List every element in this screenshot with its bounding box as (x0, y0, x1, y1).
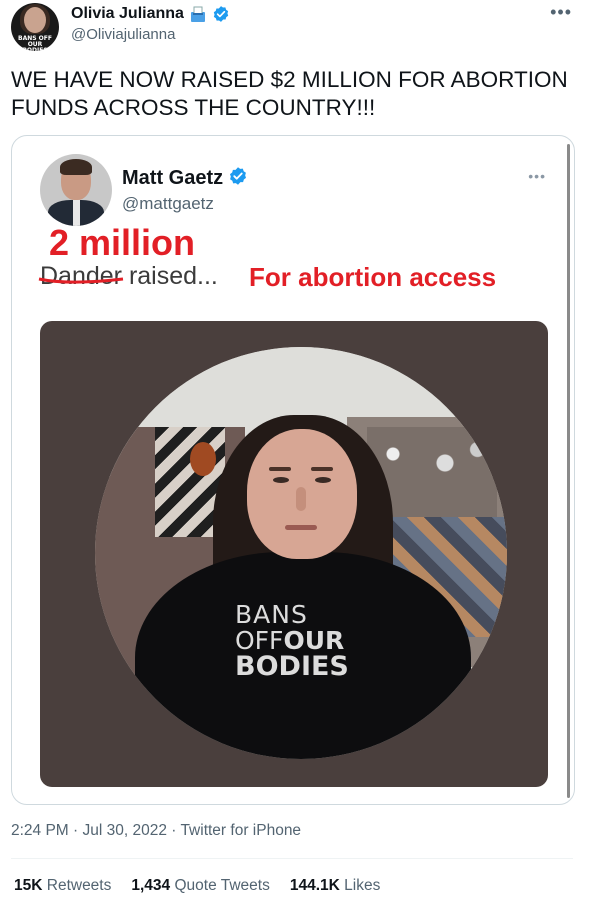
photo-brow-right (311, 467, 333, 471)
raised-text: raised... (122, 262, 218, 290)
retweets-count: 15K (14, 877, 43, 894)
tweet-text: WE HAVE NOW RAISED $2 MILLION FOR ABORTI… (11, 67, 568, 120)
author-name-row: Olivia Julianna (71, 5, 230, 23)
shirt-line-1: BANS (235, 600, 308, 629)
photo-eye-left (273, 477, 289, 483)
verified-badge-icon (228, 166, 248, 191)
profile-photo: BANS OFFOUR BODIES (95, 347, 507, 759)
photo-panel: BANS OFFOUR BODIES (40, 321, 548, 787)
engagement-stats: 15K Retweets 1,434 Quote Tweets 144.1K L… (14, 877, 380, 895)
likes-count: 144.1K (289, 877, 340, 894)
shirt-line-3: BODIES (235, 651, 349, 682)
divider (11, 858, 573, 859)
quote-tweets-label: Quote Tweets (174, 877, 270, 894)
likes-label: Likes (344, 877, 381, 894)
retweets-label: Retweets (46, 877, 112, 894)
more-options-icon: ••• (528, 168, 546, 184)
photo-nose (296, 487, 306, 511)
photo-bg-orb (190, 442, 216, 476)
raised-text-row: Dander raised... (38, 262, 218, 291)
likes-stat[interactable]: 144.1K Likes (290, 877, 380, 895)
struck-word: Dander (38, 262, 124, 291)
author-handle[interactable]: @Oliviajulianna (71, 26, 175, 43)
more-options-icon[interactable]: ••• (550, 2, 572, 23)
quoted-image-card[interactable]: Matt Gaetz @mattgaetz ••• 2 million Dand… (11, 135, 575, 805)
quoted-name-row: Matt Gaetz (122, 166, 248, 191)
avatar-shirt-text: BANS OFF OUR BODIES (18, 35, 52, 52)
tweet-timestamp[interactable]: 2:24 PM · Jul 30, 2022 · Twitter for iPh… (11, 822, 301, 840)
quote-tweets-count: 1,434 (131, 877, 171, 894)
photo-brow-left (269, 467, 291, 471)
photo-mouth (285, 525, 317, 530)
author-name[interactable]: Olivia Julianna (71, 5, 184, 23)
quoted-author-name: Matt Gaetz (122, 167, 224, 189)
retweets-stat[interactable]: 15K Retweets (14, 877, 111, 895)
ballot-box-icon (189, 5, 207, 23)
avatar-hair (60, 159, 92, 175)
verified-badge-icon (212, 5, 230, 23)
card-scrollbar (567, 144, 570, 798)
quote-tweets-stat[interactable]: 1,434 Quote Tweets (131, 877, 269, 895)
overlay-2-million: 2 million (49, 222, 196, 263)
avatar-face (24, 7, 46, 33)
photo-eye-right (315, 477, 331, 483)
red-strikethrough (38, 277, 124, 284)
quoted-author-handle: @mattgaetz (122, 194, 214, 213)
shirt-print: BANS OFFOUR BODIES (235, 600, 349, 682)
author-avatar[interactable]: BANS OFF OUR BODIES (11, 3, 59, 51)
overlay-abortion-access: For abortion access (249, 262, 497, 292)
quoted-author-avatar (40, 154, 112, 226)
